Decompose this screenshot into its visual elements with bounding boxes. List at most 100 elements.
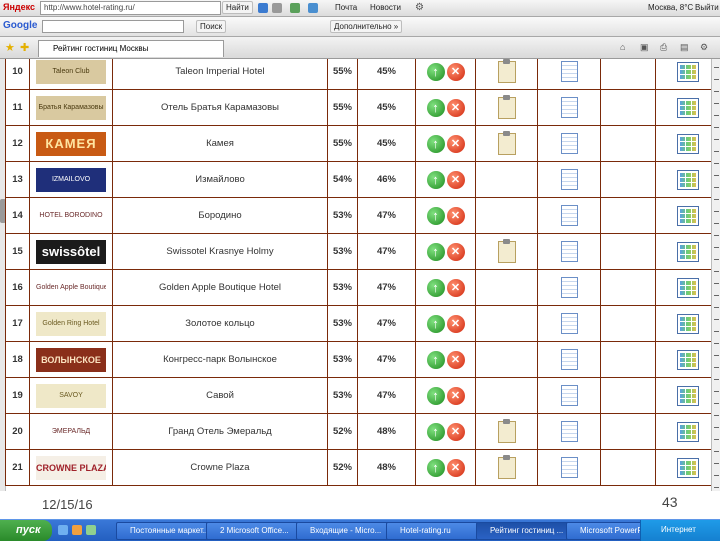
translate-icon[interactable]: [258, 3, 268, 13]
document-icon[interactable]: [561, 205, 578, 226]
bookmarks-icon[interactable]: [290, 3, 300, 13]
vote-down-icon[interactable]: ✕: [447, 279, 465, 297]
hotel-name-cell[interactable]: Golden Apple Boutique Hotel: [113, 270, 328, 306]
more-button[interactable]: Дополнительно »: [330, 20, 402, 33]
vote-down-icon[interactable]: ✕: [447, 315, 465, 333]
hotel-name-cell[interactable]: Конгресс-парк Волынское: [113, 342, 328, 378]
vote-up-icon[interactable]: ↑: [427, 351, 445, 369]
edit-icon[interactable]: [272, 3, 282, 13]
table-grid-icon[interactable]: [677, 458, 699, 478]
address-input[interactable]: http://www.hotel-rating.ru/: [40, 1, 221, 15]
vote-down-icon[interactable]: ✕: [447, 135, 465, 153]
hotel-name-cell[interactable]: Отель Братья Карамазовы: [113, 90, 328, 126]
document-icon[interactable]: [561, 457, 578, 478]
vote-up-icon[interactable]: ↑: [427, 171, 445, 189]
vote-down-icon[interactable]: ✕: [447, 171, 465, 189]
feeds-icon[interactable]: ▣: [640, 42, 649, 53]
tools-icon[interactable]: ⚙: [700, 42, 708, 53]
find-button[interactable]: Найти: [222, 1, 253, 14]
vote-up-icon[interactable]: ↑: [427, 279, 445, 297]
task-4[interactable]: Рейтинг гостиниц ...: [476, 522, 575, 540]
clipboard-icon[interactable]: [498, 133, 516, 155]
vote-up-icon[interactable]: ↑: [427, 99, 445, 117]
table-grid-icon[interactable]: [677, 170, 699, 190]
document-icon[interactable]: [561, 313, 578, 334]
vote-up-icon[interactable]: ↑: [427, 207, 445, 225]
quicklaunch-desktop-icon[interactable]: [86, 525, 96, 535]
table-grid-icon[interactable]: [677, 422, 699, 442]
print-icon[interactable]: ⎙: [660, 42, 667, 53]
table-grid-icon[interactable]: [677, 386, 699, 406]
mail-button[interactable]: Почта: [335, 3, 357, 12]
vote-down-icon[interactable]: ✕: [447, 63, 465, 81]
vote-down-icon[interactable]: ✕: [447, 207, 465, 225]
logout-link[interactable]: Выйти: [695, 3, 719, 12]
vote-up-icon[interactable]: ↑: [427, 387, 445, 405]
document-icon[interactable]: [561, 241, 578, 262]
task-1[interactable]: 2 Microsoft Office...: [206, 522, 305, 540]
page-icon[interactable]: ▤: [680, 42, 689, 53]
clipboard-icon[interactable]: [498, 421, 516, 443]
document-icon[interactable]: [561, 97, 578, 118]
favorites-star-icon[interactable]: ★: [5, 41, 15, 54]
document-icon[interactable]: [561, 133, 578, 154]
clipboard-icon[interactable]: [498, 97, 516, 119]
hotel-name-cell[interactable]: Гранд Отель Эмеральд: [113, 414, 328, 450]
add-favorite-icon[interactable]: ✚: [20, 41, 29, 54]
document-icon[interactable]: [561, 349, 578, 370]
vote-up-icon[interactable]: ↑: [427, 63, 445, 81]
table-grid-icon[interactable]: [677, 134, 699, 154]
task-2[interactable]: Входящие - Micro...: [296, 522, 395, 540]
clipboard-icon[interactable]: [498, 241, 516, 263]
hotel-name-cell[interactable]: Taleon Imperial Hotel: [113, 59, 328, 90]
hotel-name-cell[interactable]: Бородино: [113, 198, 328, 234]
google-search-button[interactable]: Поиск: [196, 20, 226, 33]
slide-number: 43: [662, 494, 678, 510]
vote-up-icon[interactable]: ↑: [427, 243, 445, 261]
save-page-icon[interactable]: [308, 3, 318, 13]
clipboard-icon[interactable]: [498, 61, 516, 83]
hotel-name-cell[interactable]: Савой: [113, 378, 328, 414]
document-icon[interactable]: [561, 61, 578, 82]
document-icon[interactable]: [561, 277, 578, 298]
task-0[interactable]: Постоянные маркет...: [116, 522, 215, 540]
quicklaunch-media-icon[interactable]: [72, 525, 82, 535]
vote-down-icon[interactable]: ✕: [447, 423, 465, 441]
task-3[interactable]: Hotel-rating.ru: [386, 522, 485, 540]
news-button[interactable]: Новости: [370, 3, 401, 12]
table-grid-icon[interactable]: [677, 350, 699, 370]
vote-down-icon[interactable]: ✕: [447, 351, 465, 369]
hotel-name-cell[interactable]: Crowne Plaza: [113, 450, 328, 486]
document-icon[interactable]: [561, 169, 578, 190]
vote-down-icon[interactable]: ✕: [447, 243, 465, 261]
quicklaunch-ie-icon[interactable]: [58, 525, 68, 535]
document-icon[interactable]: [561, 385, 578, 406]
vote-down-icon[interactable]: ✕: [447, 387, 465, 405]
vote-down-icon[interactable]: ✕: [447, 459, 465, 477]
hotel-name-cell[interactable]: Золотое кольцо: [113, 306, 328, 342]
hotel-name-cell[interactable]: Измайлово: [113, 162, 328, 198]
empty-cell: [601, 450, 656, 486]
task-5[interactable]: Microsoft PowerPoint...: [566, 522, 651, 540]
hotel-logo: IZMAILOVO: [36, 168, 106, 192]
vote-down-icon[interactable]: ✕: [447, 99, 465, 117]
tab-active[interactable]: Рейтинг гостиниц Москвы: [38, 40, 224, 57]
table-grid-icon[interactable]: [677, 242, 699, 262]
vote-up-icon[interactable]: ↑: [427, 135, 445, 153]
table-grid-icon[interactable]: [677, 206, 699, 226]
hotel-name-cell[interactable]: Swissotel Krasnye Holmy: [113, 234, 328, 270]
table-grid-icon[interactable]: [677, 98, 699, 118]
table-grid-icon[interactable]: [677, 278, 699, 298]
vote-up-icon[interactable]: ↑: [427, 423, 445, 441]
start-button[interactable]: пуск: [0, 520, 52, 541]
document-icon[interactable]: [561, 421, 578, 442]
table-grid-icon[interactable]: [677, 314, 699, 334]
vote-up-icon[interactable]: ↑: [427, 459, 445, 477]
vote-up-icon[interactable]: ↑: [427, 315, 445, 333]
hotel-name-cell[interactable]: Камея: [113, 126, 328, 162]
clipboard-icon[interactable]: [498, 457, 516, 479]
gear-icon[interactable]: ⚙: [415, 2, 424, 13]
home-icon[interactable]: ⌂: [620, 42, 625, 52]
table-grid-icon[interactable]: [677, 62, 699, 82]
google-search-input[interactable]: [42, 20, 184, 33]
